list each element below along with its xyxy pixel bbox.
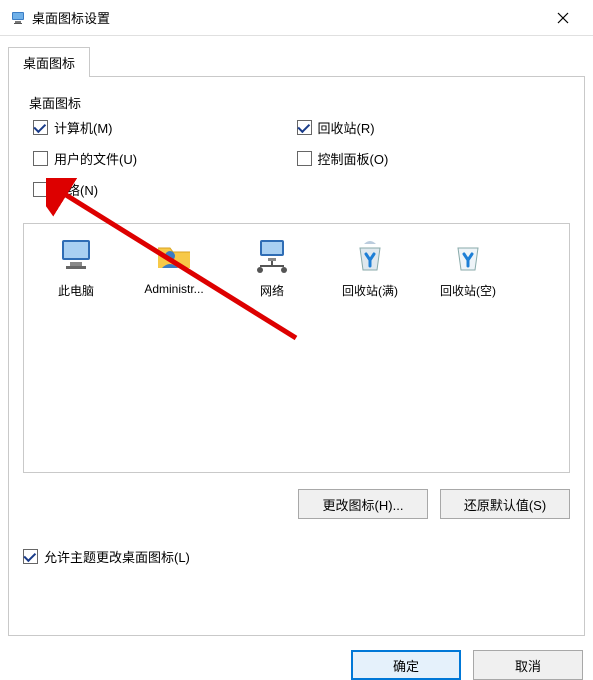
checkbox-label: 计算机(M) xyxy=(54,118,113,137)
tab-panel: 桌面图标 计算机(M) 回收站(R) 用户的文件(U) 控制面板(O) 网络(N… xyxy=(8,76,585,636)
close-button[interactable] xyxy=(543,3,583,33)
window-title: 桌面图标设置 xyxy=(32,8,543,27)
checkbox-user-files[interactable]: 用户的文件(U) xyxy=(33,149,297,168)
restore-default-button[interactable]: 还原默认值(S) xyxy=(440,489,570,519)
checkbox-label: 用户的文件(U) xyxy=(54,149,137,168)
checkbox-box xyxy=(33,120,48,135)
titlebar: 桌面图标设置 xyxy=(0,0,593,36)
icon-item-this-pc[interactable]: 此电脑 xyxy=(30,234,122,299)
checkbox-label: 允许主题更改桌面图标(L) xyxy=(44,547,190,566)
icon-item-network[interactable]: 网络 xyxy=(226,234,318,299)
checkbox-box xyxy=(297,120,312,135)
user-folder-icon xyxy=(128,234,220,278)
dialog-footer: 确定 取消 xyxy=(0,636,593,680)
icon-label: 此电脑 xyxy=(30,282,122,299)
icon-preview-list[interactable]: 此电脑 Administr... xyxy=(23,223,570,473)
checkbox-box xyxy=(33,182,48,197)
icon-item-recycle-empty[interactable]: 回收站(空) xyxy=(422,234,514,299)
checkbox-box xyxy=(297,151,312,166)
network-icon xyxy=(226,234,318,278)
icon-item-recycle-full[interactable]: 回收站(满) xyxy=(324,234,416,299)
tab-desktop-icons[interactable]: 桌面图标 xyxy=(8,47,90,77)
icon-label: 回收站(空) xyxy=(422,282,514,299)
change-icon-button[interactable]: 更改图标(H)... xyxy=(298,489,428,519)
desktop-icons-group: 桌面图标 计算机(M) 回收站(R) 用户的文件(U) 控制面板(O) 网络(N… xyxy=(23,87,570,209)
group-label: 桌面图标 xyxy=(25,91,85,114)
recycle-full-icon xyxy=(324,234,416,278)
checkbox-network[interactable]: 网络(N) xyxy=(33,180,297,199)
checkbox-computer[interactable]: 计算机(M) xyxy=(33,118,297,137)
recycle-empty-icon xyxy=(422,234,514,278)
checkbox-allow-theme[interactable]: 允许主题更改桌面图标(L) xyxy=(23,547,570,566)
checkbox-box xyxy=(33,151,48,166)
checkbox-label: 网络(N) xyxy=(54,180,98,199)
checkbox-box xyxy=(23,549,38,564)
icon-label: 回收站(满) xyxy=(324,282,416,299)
checkbox-label: 回收站(R) xyxy=(318,118,375,137)
cancel-button[interactable]: 取消 xyxy=(473,650,583,680)
this-pc-icon xyxy=(30,234,122,278)
checkbox-recycle-bin[interactable]: 回收站(R) xyxy=(297,118,561,137)
ok-button[interactable]: 确定 xyxy=(351,650,461,680)
checkbox-control-panel[interactable]: 控制面板(O) xyxy=(297,149,561,168)
app-icon xyxy=(10,10,26,26)
icon-item-administrator[interactable]: Administr... xyxy=(128,234,220,299)
icon-label: Administr... xyxy=(128,282,220,296)
checkbox-label: 控制面板(O) xyxy=(318,149,389,168)
icon-label: 网络 xyxy=(226,282,318,299)
tab-strip: 桌面图标 xyxy=(8,46,585,76)
